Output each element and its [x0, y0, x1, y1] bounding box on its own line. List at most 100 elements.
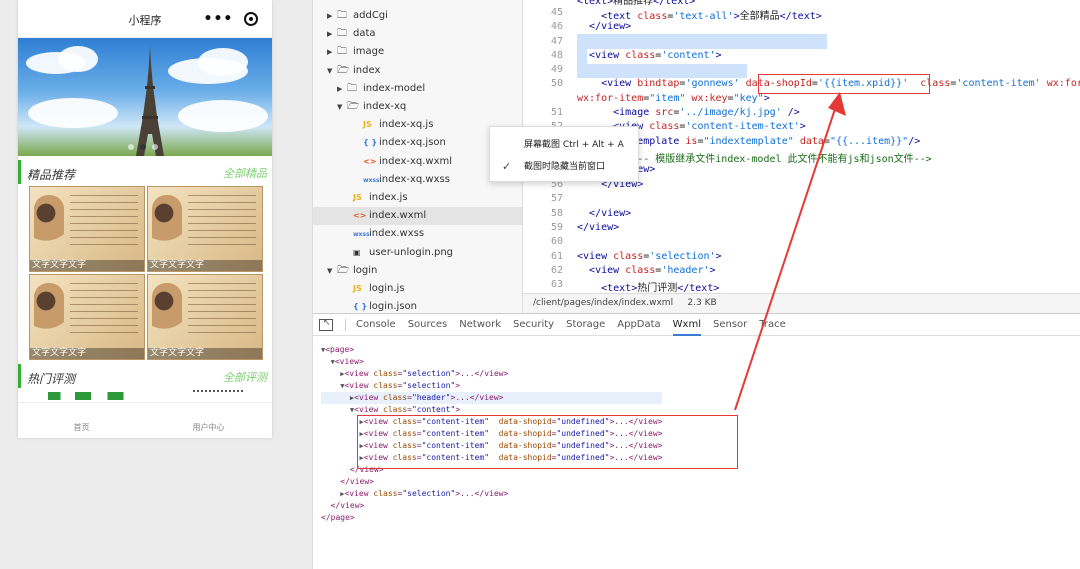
- tree-folder[interactable]: ▶ 🗀 image: [313, 43, 522, 61]
- chevron-down-icon[interactable]: ▼: [327, 262, 337, 280]
- devtools-tabs: Console Sources Network Security Storage…: [313, 314, 1080, 336]
- tree-item-label: index-xq.wxml: [379, 155, 453, 167]
- content-item-card[interactable]: 文字文字文字: [147, 186, 263, 272]
- chevron-down-icon[interactable]: ▼: [337, 98, 347, 116]
- folder-open-icon: 🗁: [337, 264, 350, 276]
- folder-icon: 🗀: [337, 46, 347, 58]
- tree-folder[interactable]: ▶ 🗀 addCgi: [313, 7, 522, 25]
- line-number: 60: [550, 236, 563, 247]
- tree-file[interactable]: ▣ user-unlogin.png: [313, 244, 522, 262]
- wxss-file-icon: wxss: [353, 231, 370, 239]
- content-items-highlight: [357, 415, 738, 469]
- js-file-icon: JS: [353, 193, 362, 202]
- content-item-card[interactable]: 文字文字文字: [29, 274, 145, 360]
- tree-folder[interactable]: ▼ 🗁 login: [313, 262, 522, 280]
- tab-user-center[interactable]: 用户中心: [145, 403, 272, 438]
- card-caption: 文字文字文字: [148, 260, 262, 271]
- status-size: 2.3 KB: [687, 298, 717, 308]
- tab-sources[interactable]: Sources: [408, 314, 448, 336]
- menu-item-screenshot[interactable]: 屏幕截图 Ctrl + Alt + A: [524, 135, 624, 155]
- tree-item-label: image: [353, 46, 385, 58]
- menu-item-hide-window[interactable]: 截图时隐藏当前窗口: [524, 157, 605, 177]
- tree-file[interactable]: wxssindex.wxss: [313, 225, 522, 243]
- tree-item-label: index-xq: [363, 101, 407, 112]
- content-item-card[interactable]: 文字文字文字: [147, 274, 263, 360]
- folder-open-icon: 🗁: [347, 101, 360, 112]
- folder-icon: 🗀: [337, 28, 347, 40]
- tree-item-label: index-xq.wxss: [379, 173, 450, 185]
- chevron-right-icon[interactable]: ▶: [327, 7, 337, 25]
- featured-all-link[interactable]: 全部精品: [223, 165, 267, 181]
- card-caption: 文字文字文字: [30, 348, 144, 359]
- chevron-down-icon[interactable]: ▼: [327, 62, 337, 80]
- wxml-file-icon: <>: [353, 211, 367, 221]
- status-path: /client/pages/index/index.wxml: [533, 298, 674, 308]
- tab-security[interactable]: Security: [513, 314, 554, 336]
- eiffel-tower-image: [136, 46, 164, 156]
- tree-item-label: login.json: [369, 301, 417, 313]
- data-shopid-highlight: [758, 74, 930, 94]
- chevron-right-icon[interactable]: ▶: [327, 25, 337, 43]
- js-file-icon: JS: [353, 284, 362, 293]
- tab-trace[interactable]: Trace: [759, 314, 786, 336]
- json-file-icon: { }: [363, 138, 378, 148]
- json-file-icon: { }: [353, 302, 368, 312]
- line-number: 58: [550, 208, 563, 219]
- tree-folder[interactable]: ▶ 🗀 index-model: [313, 80, 522, 98]
- hot-title: 热门评测: [27, 372, 76, 386]
- tab-network[interactable]: Network: [459, 314, 501, 336]
- check-icon: ✓: [502, 160, 512, 173]
- capsule-menu[interactable]: •••: [198, 8, 264, 30]
- tree-file[interactable]: JS index.js: [313, 189, 522, 207]
- tree-item-label: user-unlogin.png: [369, 246, 454, 258]
- tree-file[interactable]: <> index.wxml: [313, 207, 522, 226]
- tab-console[interactable]: Console: [356, 314, 396, 336]
- line-number: 49: [550, 64, 563, 75]
- tab-bar: 首页 用户中心: [18, 402, 272, 438]
- tree-item-label: index.js: [369, 192, 408, 203]
- content-item-card[interactable]: 文字文字文字: [29, 186, 145, 272]
- line-number: 50: [550, 78, 563, 89]
- tree-item-label: addCgi: [353, 10, 388, 21]
- editor-status-bar: /client/pages/index/index.wxml 2.3 KB: [523, 293, 1080, 313]
- tree-item-label: index-xq.js: [379, 119, 434, 131]
- chevron-right-icon[interactable]: ▶: [337, 80, 347, 98]
- carousel-indicator[interactable]: [128, 144, 158, 150]
- line-number: 48: [550, 50, 563, 61]
- hot-section-preview: [18, 388, 272, 400]
- line-number: 47: [550, 36, 563, 47]
- tree-file[interactable]: { } login.json: [313, 298, 522, 313]
- tree-folder[interactable]: ▶ 🗀 data: [313, 25, 522, 43]
- close-target-icon[interactable]: [244, 12, 259, 26]
- tree-item-label: index: [353, 64, 381, 76]
- tree-item-label: index-model: [363, 82, 426, 94]
- screenshot-context-menu: 屏幕截图 Ctrl + Alt + A ✓ 截图时隐藏当前窗口: [489, 126, 639, 182]
- inspect-icon[interactable]: [319, 318, 333, 331]
- tab-home[interactable]: 首页: [18, 403, 145, 438]
- line-number: 57: [550, 193, 563, 204]
- card-caption: 文字文字文字: [30, 260, 144, 271]
- line-number: 45: [550, 7, 563, 18]
- tab-storage[interactable]: Storage: [566, 314, 605, 336]
- png-file-icon: ▣: [353, 247, 361, 257]
- chevron-right-icon[interactable]: ▶: [327, 43, 337, 61]
- banner-carousel[interactable]: [18, 38, 272, 156]
- line-number: 59: [550, 222, 563, 233]
- tab-appdata[interactable]: AppData: [617, 314, 660, 336]
- tree-folder[interactable]: ▼ 🗁 index-xq: [313, 98, 522, 116]
- line-number: 46: [550, 21, 563, 32]
- featured-grid: 文字文字文字 文字文字文字 文字文字文字 文字文字文字: [18, 184, 272, 360]
- simulator-panel: 小程序 ••• 精品推荐 全部精品 文字文字文字 文字文字文字 文字文字文字 文…: [0, 0, 313, 569]
- tab-sensor[interactable]: Sensor: [713, 314, 747, 336]
- tab-wxml[interactable]: Wxml: [672, 314, 701, 336]
- wxml-file-icon: <>: [363, 156, 377, 166]
- more-icon[interactable]: •••: [204, 12, 234, 26]
- hot-all-link[interactable]: 全部评测: [223, 369, 267, 385]
- card-caption: 文字文字文字: [148, 348, 262, 359]
- line-number: 63: [550, 279, 563, 290]
- line-number: 51: [550, 107, 563, 118]
- tree-file[interactable]: JS login.js: [313, 280, 522, 298]
- phone-screen: 小程序 ••• 精品推荐 全部精品 文字文字文字 文字文字文字 文字文字文字 文…: [18, 0, 272, 438]
- tree-folder[interactable]: ▼ 🗁 index: [313, 62, 522, 80]
- folder-icon: 🗀: [347, 82, 357, 94]
